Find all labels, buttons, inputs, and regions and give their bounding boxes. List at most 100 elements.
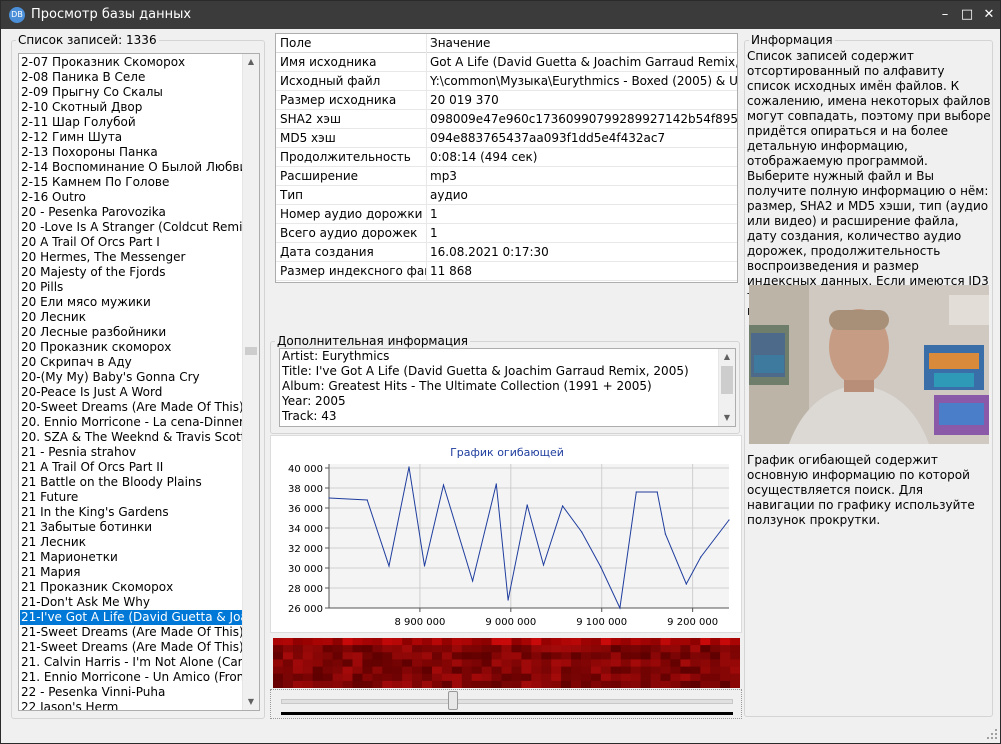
list-item[interactable]: 21 A Trail Of Orcs Part II bbox=[20, 460, 242, 475]
heat-cell bbox=[342, 645, 353, 653]
list-item[interactable]: 20-Sweet Dreams (Are Made Of This) (Ang bbox=[20, 400, 242, 415]
heat-cell bbox=[471, 659, 483, 667]
heat-cell bbox=[591, 666, 602, 675]
heat-cell bbox=[412, 673, 423, 682]
grid-header: Поле Значение bbox=[276, 34, 737, 53]
list-item[interactable]: 21. Calvin Harris - I'm Not Alone (Camel bbox=[20, 655, 242, 670]
heat-cell bbox=[362, 666, 373, 675]
heat-cell bbox=[332, 638, 343, 646]
list-item[interactable]: 2-16 Outro bbox=[20, 190, 242, 205]
list-item[interactable]: 2-15 Камнем По Голове bbox=[20, 175, 242, 190]
list-item[interactable]: 2-11 Шар Голубой bbox=[20, 115, 242, 130]
slider-track[interactable] bbox=[281, 699, 733, 704]
scroll-down-icon[interactable]: ▼ bbox=[243, 694, 259, 710]
heat-cell bbox=[610, 659, 622, 667]
list-item[interactable]: 22 - Pesenka Vinni-Puha bbox=[20, 685, 242, 700]
minimize-button[interactable]: – bbox=[935, 5, 955, 25]
heat-cell bbox=[392, 673, 403, 682]
window-title: Просмотр базы данных bbox=[31, 7, 192, 22]
list-item[interactable]: 21 Забытые ботинки bbox=[20, 520, 242, 535]
envelope-chart: График огибающей 40 000 38 000 36 000 34 000… bbox=[288, 446, 730, 628]
list-item[interactable]: 2-09 Прыгну Со Скалы bbox=[20, 85, 242, 100]
list-item[interactable]: 20 -Love Is A Stranger (Coldcut Remix, 1… bbox=[20, 220, 242, 235]
list-item[interactable]: 20 Hermes, The Messenger bbox=[20, 250, 242, 265]
list-item[interactable]: 22 Jason's Herm bbox=[20, 700, 242, 710]
heat-cell bbox=[501, 645, 512, 653]
list-item[interactable]: 20. Ennio Morricone - La cena-Dinner (F bbox=[20, 415, 242, 430]
heat-cell bbox=[650, 652, 661, 660]
list-item[interactable]: 21 Battle on the Bloody Plains bbox=[20, 475, 242, 490]
list-item[interactable]: 2-13 Похороны Панка bbox=[20, 145, 242, 160]
heat-cell bbox=[620, 659, 632, 667]
heat-cell bbox=[541, 666, 552, 675]
heat-cell bbox=[481, 645, 493, 653]
grid-field-cell: Размер индексного файла bbox=[280, 264, 426, 278]
close-button[interactable]: ✕ bbox=[979, 5, 999, 25]
slider-thumb[interactable] bbox=[448, 691, 459, 710]
list-item[interactable]: 2-14 Воспоминание О Былой Любви bbox=[20, 160, 242, 175]
grid-row[interactable]: Исходный файл Y:\common\Музыка\Eurythmics… bbox=[276, 72, 737, 91]
list-item[interactable]: 21-Don't Ask Me Why bbox=[20, 595, 242, 610]
heat-cell bbox=[610, 645, 622, 653]
list-item[interactable]: 21 - Pesnia strahov bbox=[20, 445, 242, 460]
list-item[interactable]: 20-(My My) Baby's Gonna Cry bbox=[20, 370, 242, 385]
records-scrollbar[interactable]: ▲ ▼ bbox=[242, 54, 259, 710]
list-item[interactable]: 20 - Pesenka Parovozika bbox=[20, 205, 242, 220]
list-item[interactable]: 20 Ели мясо мужики bbox=[20, 295, 242, 310]
heat-cell bbox=[382, 659, 393, 667]
grid-row[interactable]: Дата создания 16.08.2021 0:17:30 bbox=[276, 243, 737, 262]
scroll-down-icon[interactable]: ▼ bbox=[719, 410, 735, 426]
heat-cell bbox=[362, 645, 373, 653]
records-listbox[interactable]: 2-07 Проказник Скоморох 2-08 Паника В Сел… bbox=[18, 53, 260, 711]
grid-row[interactable]: Имя исходника Got A Life (David Guetta & … bbox=[276, 53, 737, 72]
list-item[interactable]: 20 Лесные разбойники bbox=[20, 325, 242, 340]
grid-row[interactable]: Всего аудио дорожек 1 bbox=[276, 224, 737, 243]
x-tick-label: 9 200 000 bbox=[667, 617, 718, 628]
heat-cell bbox=[282, 666, 294, 675]
extra-info-scrollbar[interactable]: ▲ ▼ bbox=[718, 349, 735, 426]
list-item[interactable]: 2-12 Гимн Шута bbox=[20, 130, 242, 145]
list-item[interactable]: 21 Проказник Скоморох bbox=[20, 580, 242, 595]
grid-row[interactable]: MD5 хэш 094e883765437aa093f1dd5e4f432ac7 bbox=[276, 129, 737, 148]
list-item[interactable]: 20 Лесник bbox=[20, 310, 242, 325]
heat-cell bbox=[273, 680, 284, 688]
grid-row[interactable]: SHA2 хэш 098009e47e960c173609907992899271… bbox=[276, 110, 737, 129]
list-item[interactable]: 21 Лесник bbox=[20, 535, 242, 550]
grid-row[interactable]: Продолжительность 0:08:14 (494 сек) bbox=[276, 148, 737, 167]
grid-row[interactable]: Номер аудио дорожки 1 bbox=[276, 205, 737, 224]
extra-info-textarea[interactable]: Artist: Eurythmics Title: I've Got A Life… bbox=[279, 348, 736, 427]
grid-row[interactable]: Размер исходника 20 019 370 bbox=[276, 91, 737, 110]
list-item-selected[interactable]: 21-I've Got A Life (David Guetta & Joach… bbox=[20, 610, 242, 625]
scroll-up-icon[interactable]: ▲ bbox=[243, 54, 259, 70]
list-item[interactable]: 20. SZA & The Weeknd & Travis Scott - P bbox=[20, 430, 242, 445]
list-item[interactable]: 21 Мария bbox=[20, 565, 242, 580]
list-item[interactable]: 2-08 Паника В Селе bbox=[20, 70, 242, 85]
list-item[interactable]: 20 A Trail Of Orcs Part I bbox=[20, 235, 242, 250]
list-item[interactable]: 21-Sweet Dreams (Are Made Of This) bbox=[20, 625, 242, 640]
list-item[interactable]: 2-10 Скотный Двор bbox=[20, 100, 242, 115]
maximize-button[interactable]: □ bbox=[957, 5, 977, 25]
heat-cell bbox=[571, 673, 582, 682]
grid-row[interactable]: Тип аудио bbox=[276, 186, 737, 205]
list-item[interactable]: 21-Sweet Dreams (Are Made Of This) ('91 … bbox=[20, 640, 242, 655]
heat-cell bbox=[402, 645, 413, 653]
grid-row[interactable]: Расширение mp3 bbox=[276, 167, 737, 186]
list-item[interactable]: 21 Future bbox=[20, 490, 242, 505]
heat-cell bbox=[451, 645, 463, 653]
heat-cell bbox=[720, 645, 731, 653]
list-item[interactable]: 20 Скрипач в Аду bbox=[20, 355, 242, 370]
scroll-thumb[interactable] bbox=[721, 366, 733, 394]
list-item[interactable]: 21 In the King's Gardens bbox=[20, 505, 242, 520]
list-item[interactable]: 20-Peace Is Just A Word bbox=[20, 385, 242, 400]
list-item[interactable]: 2-07 Проказник Скоморох bbox=[20, 55, 242, 70]
list-item[interactable]: 21. Ennio Morricone - Un Amico (From ' bbox=[20, 670, 242, 685]
list-item[interactable]: 20 Проказник скоморох bbox=[20, 340, 242, 355]
scroll-up-icon[interactable]: ▲ bbox=[719, 349, 735, 365]
grid-row[interactable]: Размер индексного файла 11 868 bbox=[276, 262, 737, 281]
list-item[interactable]: 21 Марионетки bbox=[20, 550, 242, 565]
heat-cell bbox=[581, 673, 592, 682]
list-item[interactable]: 20 Majesty of the Fjords bbox=[20, 265, 242, 280]
list-item[interactable]: 20 Pills bbox=[20, 280, 242, 295]
scroll-thumb[interactable] bbox=[245, 347, 257, 356]
heat-cell bbox=[451, 680, 463, 688]
